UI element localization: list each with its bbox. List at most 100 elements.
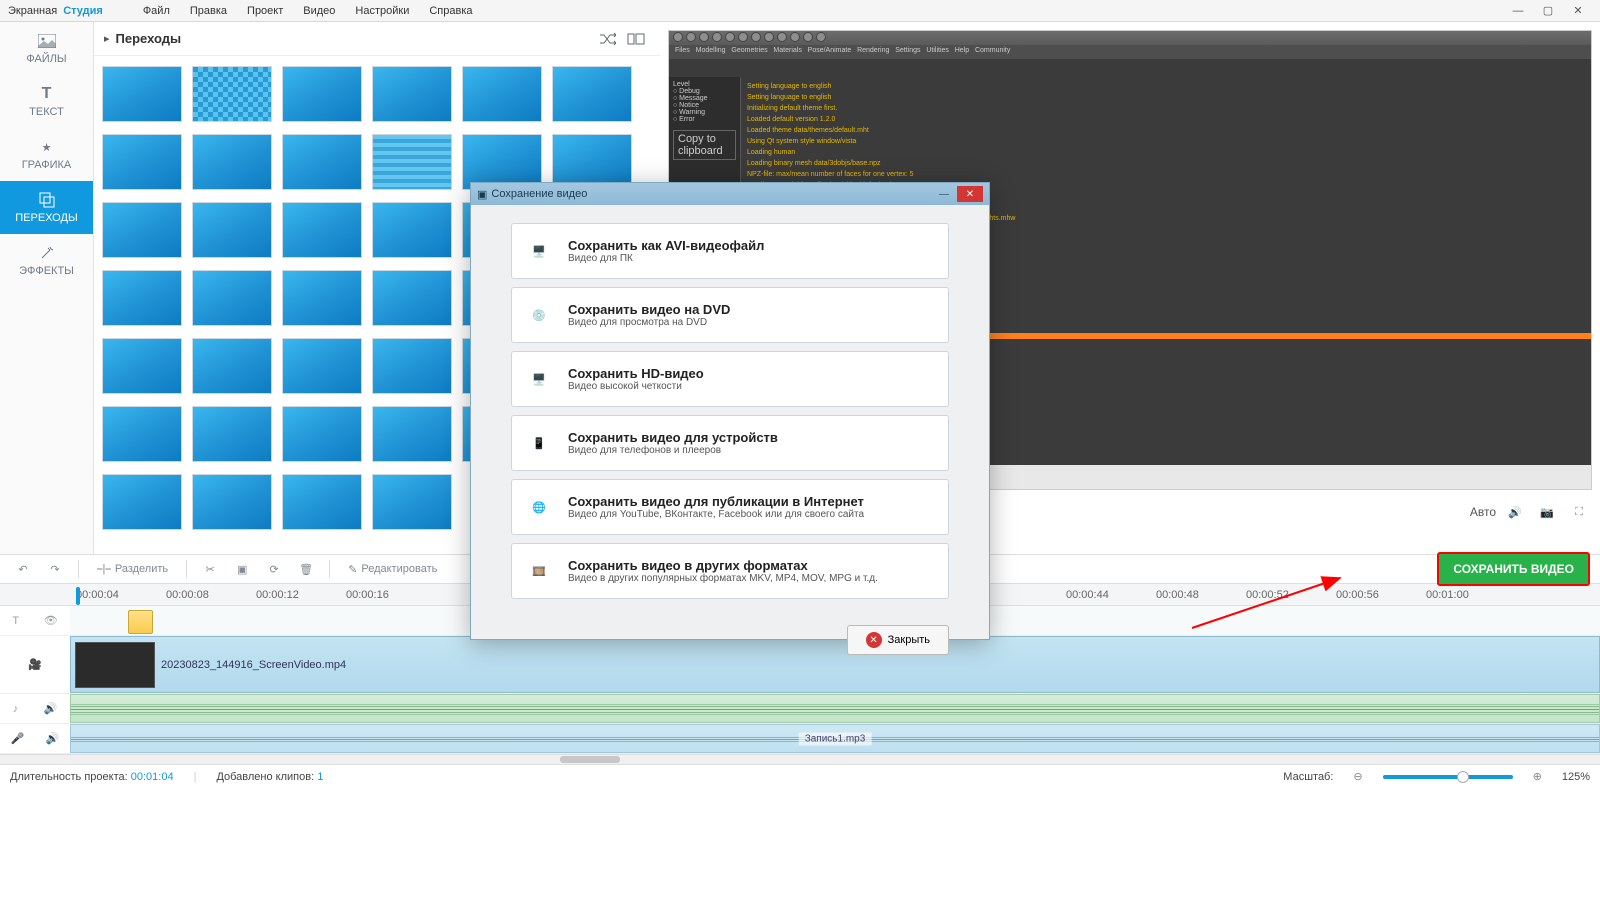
sidebar-item-text[interactable]: T ТЕКСТ (0, 75, 93, 128)
transition-thumb[interactable] (372, 338, 452, 394)
maximize-button[interactable]: ▢ (1534, 3, 1562, 19)
transition-thumb[interactable] (372, 474, 452, 530)
transition-thumb[interactable] (282, 406, 362, 462)
play-icon: ▸ (104, 32, 110, 45)
save-option-devices[interactable]: 📱 Сохранить видео для устройствВидео для… (511, 415, 949, 471)
transition-thumb[interactable] (192, 338, 272, 394)
save-video-button[interactable]: СОХРАНИТЬ ВИДЕО (1437, 552, 1590, 586)
sidebar-item-graphics[interactable]: ★ ГРАФИКА (0, 128, 93, 181)
transition-thumb[interactable] (282, 66, 362, 122)
clip-thumbnail (75, 642, 155, 688)
save-option-internet[interactable]: 🌐 Сохранить видео для публикации в Интер… (511, 479, 949, 535)
menu-video[interactable]: Видео (293, 2, 345, 20)
transition-thumb[interactable] (552, 66, 632, 122)
save-option-hd[interactable]: 🖥️ Сохранить HD-видеоВидео высокой четко… (511, 351, 949, 407)
save-option-avi[interactable]: 🖥️ Сохранить как AVI-видеофайлВидео для … (511, 223, 949, 279)
transition-thumb[interactable] (282, 134, 362, 190)
delete-button[interactable]: 🗑 (293, 557, 319, 581)
close-button[interactable]: ✕ (1564, 3, 1592, 19)
layout-button[interactable] (622, 27, 650, 51)
recording-clip[interactable]: Запись1.mp3 (70, 724, 1600, 753)
transition-thumb[interactable] (372, 66, 452, 122)
transition-thumb[interactable] (102, 134, 182, 190)
dialog-minimize-button[interactable]: — (931, 186, 957, 202)
transition-thumb[interactable] (192, 202, 272, 258)
transition-thumb[interactable] (372, 134, 452, 190)
transition-thumb[interactable] (192, 134, 272, 190)
transition-thumb[interactable] (102, 202, 182, 258)
transition-thumb[interactable] (282, 270, 362, 326)
panel-title: Переходы (116, 31, 182, 46)
transition-thumb[interactable] (192, 406, 272, 462)
save-video-dialog: ▣ Сохранение видео — ✕ 🖥️ Сохранить как … (470, 182, 990, 640)
transition-thumb[interactable] (102, 338, 182, 394)
sidebar-item-label: ПЕРЕХОДЫ (15, 212, 77, 224)
zoom-in-button[interactable]: ⊕ (1533, 770, 1542, 783)
wand-icon (38, 244, 56, 262)
sidebar-item-files[interactable]: ФАЙЛЫ (0, 22, 93, 75)
transition-thumb[interactable] (372, 406, 452, 462)
close-icon-red: ✕ (866, 632, 882, 648)
horizontal-scrollbar[interactable] (560, 756, 620, 763)
menu-help[interactable]: Справка (419, 2, 482, 20)
undo-button[interactable]: ↶ (10, 557, 36, 581)
crop-button[interactable]: ▣ (229, 557, 255, 581)
zoom-out-button[interactable]: ⊖ (1353, 770, 1362, 783)
transition-thumb[interactable] (102, 406, 182, 462)
redo-button[interactable]: ↷ (42, 557, 68, 581)
zoom-slider[interactable] (1383, 775, 1513, 779)
transition-thumb[interactable] (192, 270, 272, 326)
save-option-other[interactable]: 🎞️ Сохранить видео в других форматахВиде… (511, 543, 949, 599)
sidebar-item-effects[interactable]: ЭФФЕКТЫ (0, 234, 93, 287)
transition-thumb[interactable] (372, 270, 452, 326)
save-option-dvd[interactable]: 💿 Сохранить видео на DVDВидео для просмо… (511, 287, 949, 343)
menu-file[interactable]: Файл (133, 2, 180, 20)
menu-project[interactable]: Проект (237, 2, 293, 20)
snapshot-icon[interactable]: 📷 (1534, 500, 1560, 524)
cut-button[interactable]: ✂ (197, 557, 223, 581)
transition-thumb[interactable] (102, 270, 182, 326)
transition-thumb[interactable] (192, 66, 272, 122)
transition-thumb[interactable] (282, 338, 362, 394)
sidebar-item-label: ФАЙЛЫ (26, 53, 66, 65)
video-clip-name: 20230823_144916_ScreenVideo.mp4 (161, 659, 346, 671)
transition-thumb[interactable] (282, 202, 362, 258)
dialog-close-footer-button[interactable]: ✕ Закрыть (847, 625, 949, 655)
menu-settings[interactable]: Настройки (345, 2, 419, 20)
speaker-icon[interactable]: 🔊 (46, 732, 60, 745)
dialog-title: Сохранение видео (491, 188, 587, 200)
eye-icon[interactable]: 👁 (44, 614, 58, 627)
sidebar-item-label: ГРАФИКА (22, 159, 72, 171)
rotate-button[interactable]: ⟳ (261, 557, 287, 581)
monitor-icon: 🖥️ (524, 236, 554, 266)
split-button[interactable]: ⎯|⎯Разделить (89, 557, 176, 581)
sidebar-item-transitions[interactable]: ПЕРЕХОДЫ (0, 181, 93, 234)
transition-thumb[interactable] (102, 66, 182, 122)
text-clip[interactable] (128, 610, 153, 634)
title-bar: Экранная Студия Файл Правка Проект Видео… (0, 0, 1600, 22)
text-icon: T (38, 85, 56, 103)
shuffle-button[interactable] (594, 27, 622, 51)
volume-icon[interactable]: 🔊 (1502, 500, 1528, 524)
minimize-button[interactable]: — (1504, 3, 1532, 19)
app-suffix: Студия (63, 5, 103, 17)
star-icon: ★ (38, 138, 56, 156)
status-bar: Длительность проекта: 00:01:04 | Добавле… (0, 764, 1600, 788)
transition-thumb[interactable] (462, 66, 542, 122)
music-icon: ♪ (13, 703, 19, 715)
sidebar-item-label: ЭФФЕКТЫ (19, 265, 74, 277)
transition-thumb[interactable] (102, 474, 182, 530)
dialog-close-button[interactable]: ✕ (957, 186, 983, 202)
text-track-icon: T (12, 615, 19, 627)
transition-thumb[interactable] (282, 474, 362, 530)
transition-thumb[interactable] (192, 474, 272, 530)
menu-edit[interactable]: Правка (180, 2, 237, 20)
speaker-icon[interactable]: 🔊 (44, 702, 58, 715)
hd-monitor-icon: 🖥️ (524, 364, 554, 394)
edit-button[interactable]: ✎Редактировать (340, 557, 445, 581)
transition-thumb[interactable] (372, 202, 452, 258)
image-icon (38, 32, 56, 50)
globe-icon: 🌐 (524, 492, 554, 522)
audio-clip[interactable] (70, 694, 1600, 723)
fullscreen-icon[interactable]: ⛶ (1566, 500, 1592, 524)
